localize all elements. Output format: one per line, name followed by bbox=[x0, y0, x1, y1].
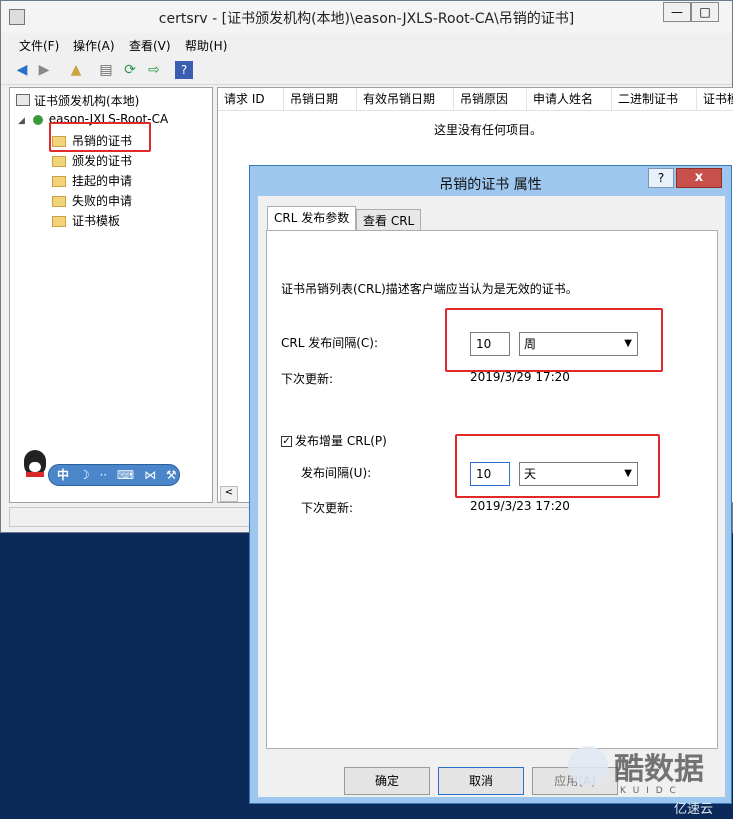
col-cert-template[interactable]: 证书模 bbox=[697, 88, 733, 110]
tree-root[interactable]: 证书颁发机构(本地) bbox=[16, 92, 139, 109]
next-update-value: 2019/3/29 17:20 bbox=[470, 370, 570, 384]
punctuation-icon[interactable]: ·· bbox=[99, 468, 107, 482]
tools-icon[interactable]: ⋈ bbox=[144, 468, 156, 482]
tree-item-pending[interactable]: 挂起的申请 bbox=[52, 172, 132, 189]
help-icon[interactable]: ? bbox=[175, 61, 193, 79]
window-title: certsrv - [证书颁发机构(本地)\eason-JXLS-Root-CA… bbox=[158, 11, 575, 27]
keyboard-icon[interactable]: ⌨ bbox=[117, 468, 134, 482]
dialog-close-button[interactable]: x bbox=[676, 168, 722, 188]
dialog-help-button[interactable]: ? bbox=[648, 168, 674, 188]
col-effective-revoke-date[interactable]: 有效吊销日期 bbox=[357, 88, 454, 110]
empty-list-text: 这里没有任何项目。 bbox=[434, 123, 543, 137]
menu-action[interactable]: 操作(A) bbox=[73, 37, 115, 54]
menu-file[interactable]: 文件(F) bbox=[19, 37, 59, 54]
tree-pane: 证书颁发机构(本地) ◢ eason-JXLS-Root-CA 吊销的证书 颁发… bbox=[9, 87, 213, 503]
folder-icon bbox=[52, 196, 66, 207]
highlight-box bbox=[455, 434, 660, 498]
moon-icon[interactable]: ☽ bbox=[79, 468, 90, 482]
tree-item-failed[interactable]: 失败的申请 bbox=[52, 192, 132, 209]
checkbox-check-icon[interactable]: ✓ bbox=[281, 436, 292, 447]
ime-chinese-label[interactable]: 中 bbox=[57, 468, 69, 482]
description-text: 证书吊销列表(CRL)描述客户端应当认为是无效的证书。 bbox=[281, 282, 578, 296]
collapse-triangle-icon[interactable]: ◢ bbox=[18, 116, 25, 126]
toolbar: ◀ ▶ ▲ ▤ ⟳ ⇨ ? bbox=[1, 56, 732, 85]
watermark-sub: K U I D C bbox=[620, 786, 678, 796]
delta-next-update-value: 2019/3/23 17:20 bbox=[470, 499, 570, 513]
col-request-id[interactable]: 请求 ID bbox=[218, 88, 284, 110]
menu-bar: 文件(F) 操作(A) 查看(V) 帮助(H) bbox=[1, 33, 732, 55]
ca-server-icon bbox=[32, 114, 43, 125]
ime-toolbar[interactable]: 中 ☽ ·· ⌨ ⋈ ⚒ bbox=[48, 464, 180, 486]
properties-dialog: 吊销的证书 属性 ? x CRL 发布参数 查看 CRL 证书吊销列表(CRL)… bbox=[249, 165, 732, 804]
forward-arrow-icon[interactable]: ▶ bbox=[35, 61, 53, 79]
tab-crl-publish-params[interactable]: CRL 发布参数 bbox=[267, 206, 357, 231]
watermark-brand: 酷数据 bbox=[614, 752, 704, 787]
crl-interval-label: CRL 发布间隔(C): bbox=[281, 336, 379, 350]
export-icon[interactable]: ⇨ bbox=[145, 61, 163, 79]
refresh-icon[interactable]: ⟳ bbox=[121, 61, 139, 79]
col-revoke-date[interactable]: 吊销日期 bbox=[284, 88, 357, 110]
wrench-icon[interactable]: ⚒ bbox=[166, 468, 177, 482]
list-header: 请求 ID 吊销日期 有效吊销日期 吊销原因 申请人姓名 二进制证书 证书模 bbox=[218, 88, 733, 111]
delta-crl-checkbox[interactable]: ✓ 发布增量 CRL(P) bbox=[281, 432, 387, 449]
col-revoke-reason[interactable]: 吊销原因 bbox=[454, 88, 527, 110]
ok-button[interactable]: 确定 bbox=[344, 767, 430, 795]
qq-penguin-icon bbox=[24, 450, 46, 477]
dialog-body: CRL 发布参数 查看 CRL 证书吊销列表(CRL)描述客户端应当认为是无效的… bbox=[258, 196, 725, 797]
folder-icon bbox=[52, 176, 66, 187]
menu-help[interactable]: 帮助(H) bbox=[185, 37, 227, 54]
tree-item-templates[interactable]: 证书模板 bbox=[52, 212, 120, 229]
properties-icon[interactable]: ▤ bbox=[97, 61, 115, 79]
delta-interval-label: 发布间隔(U): bbox=[301, 466, 372, 480]
ca-root-icon bbox=[16, 94, 30, 106]
minimize-button[interactable]: — bbox=[663, 2, 691, 22]
cancel-button[interactable]: 取消 bbox=[438, 767, 524, 795]
highlight-box bbox=[49, 122, 151, 152]
back-arrow-icon[interactable]: ◀ bbox=[13, 61, 31, 79]
tab-panel: 证书吊销列表(CRL)描述客户端应当认为是无效的证书。 CRL 发布间隔(C):… bbox=[266, 230, 718, 749]
maximize-button[interactable]: □ bbox=[691, 2, 719, 22]
folder-icon bbox=[52, 156, 66, 167]
watermark-site: 亿速云 bbox=[674, 802, 714, 817]
delta-next-update-label: 下次更新: bbox=[301, 501, 354, 515]
tree-item-issued[interactable]: 颁发的证书 bbox=[52, 152, 132, 169]
menu-view[interactable]: 查看(V) bbox=[129, 37, 171, 54]
watermark-logo-icon bbox=[568, 746, 608, 786]
up-folder-icon[interactable]: ▲ bbox=[67, 61, 85, 79]
col-binary-cert[interactable]: 二进制证书 bbox=[612, 88, 697, 110]
title-bar[interactable]: certsrv - [证书颁发机构(本地)\eason-JXLS-Root-CA… bbox=[1, 1, 732, 33]
tab-view-crl[interactable]: 查看 CRL bbox=[356, 209, 422, 231]
folder-icon bbox=[52, 216, 66, 227]
scroll-left-arrow[interactable]: < bbox=[220, 486, 238, 502]
next-update-label: 下次更新: bbox=[281, 372, 334, 386]
col-requester-name[interactable]: 申请人姓名 bbox=[527, 88, 612, 110]
highlight-box bbox=[445, 308, 663, 372]
